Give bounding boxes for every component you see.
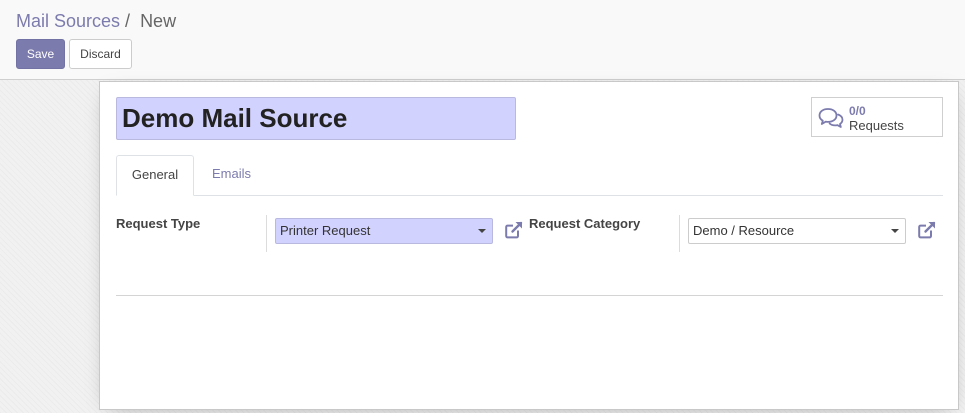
field-divider bbox=[679, 215, 680, 252]
tab-emails[interactable]: Emails bbox=[194, 155, 269, 196]
requests-count: 0/0 bbox=[849, 104, 866, 118]
name-input[interactable]: Demo Mail Source bbox=[116, 97, 516, 140]
control-panel: Mail Sources / New Save Discard bbox=[0, 0, 965, 80]
requests-smart-button[interactable]: 0/0 Requests bbox=[811, 97, 943, 137]
external-link-icon[interactable] bbox=[504, 220, 524, 240]
comments-icon bbox=[818, 108, 844, 128]
tab-general[interactable]: General bbox=[116, 155, 194, 196]
chevron-down-icon bbox=[891, 229, 899, 233]
form-sheet: Demo Mail Source 0/0 Requests General Em… bbox=[99, 81, 959, 410]
breadcrumb: Mail Sources / New bbox=[16, 10, 176, 32]
field-divider bbox=[266, 215, 267, 252]
breadcrumb-separator: / bbox=[125, 11, 131, 31]
discard-button[interactable]: Discard bbox=[69, 39, 132, 69]
external-link-icon[interactable] bbox=[917, 220, 937, 240]
save-button[interactable]: Save bbox=[16, 39, 65, 69]
request-type-label: Request Type bbox=[116, 216, 201, 231]
breadcrumb-parent-link[interactable]: Mail Sources bbox=[16, 11, 120, 31]
request-type-select[interactable]: Printer Request bbox=[275, 218, 493, 244]
breadcrumb-current: New bbox=[140, 11, 177, 31]
requests-label: Requests bbox=[849, 118, 904, 133]
chevron-down-icon bbox=[478, 229, 486, 233]
notebook-tabs: General Emails bbox=[116, 155, 943, 196]
request-category-select[interactable]: Demo / Resource bbox=[688, 218, 906, 244]
section-divider bbox=[116, 295, 943, 296]
request-type-value: Printer Request bbox=[280, 223, 371, 238]
request-category-label: Request Category bbox=[529, 216, 641, 231]
request-category-value: Demo / Resource bbox=[693, 223, 795, 238]
